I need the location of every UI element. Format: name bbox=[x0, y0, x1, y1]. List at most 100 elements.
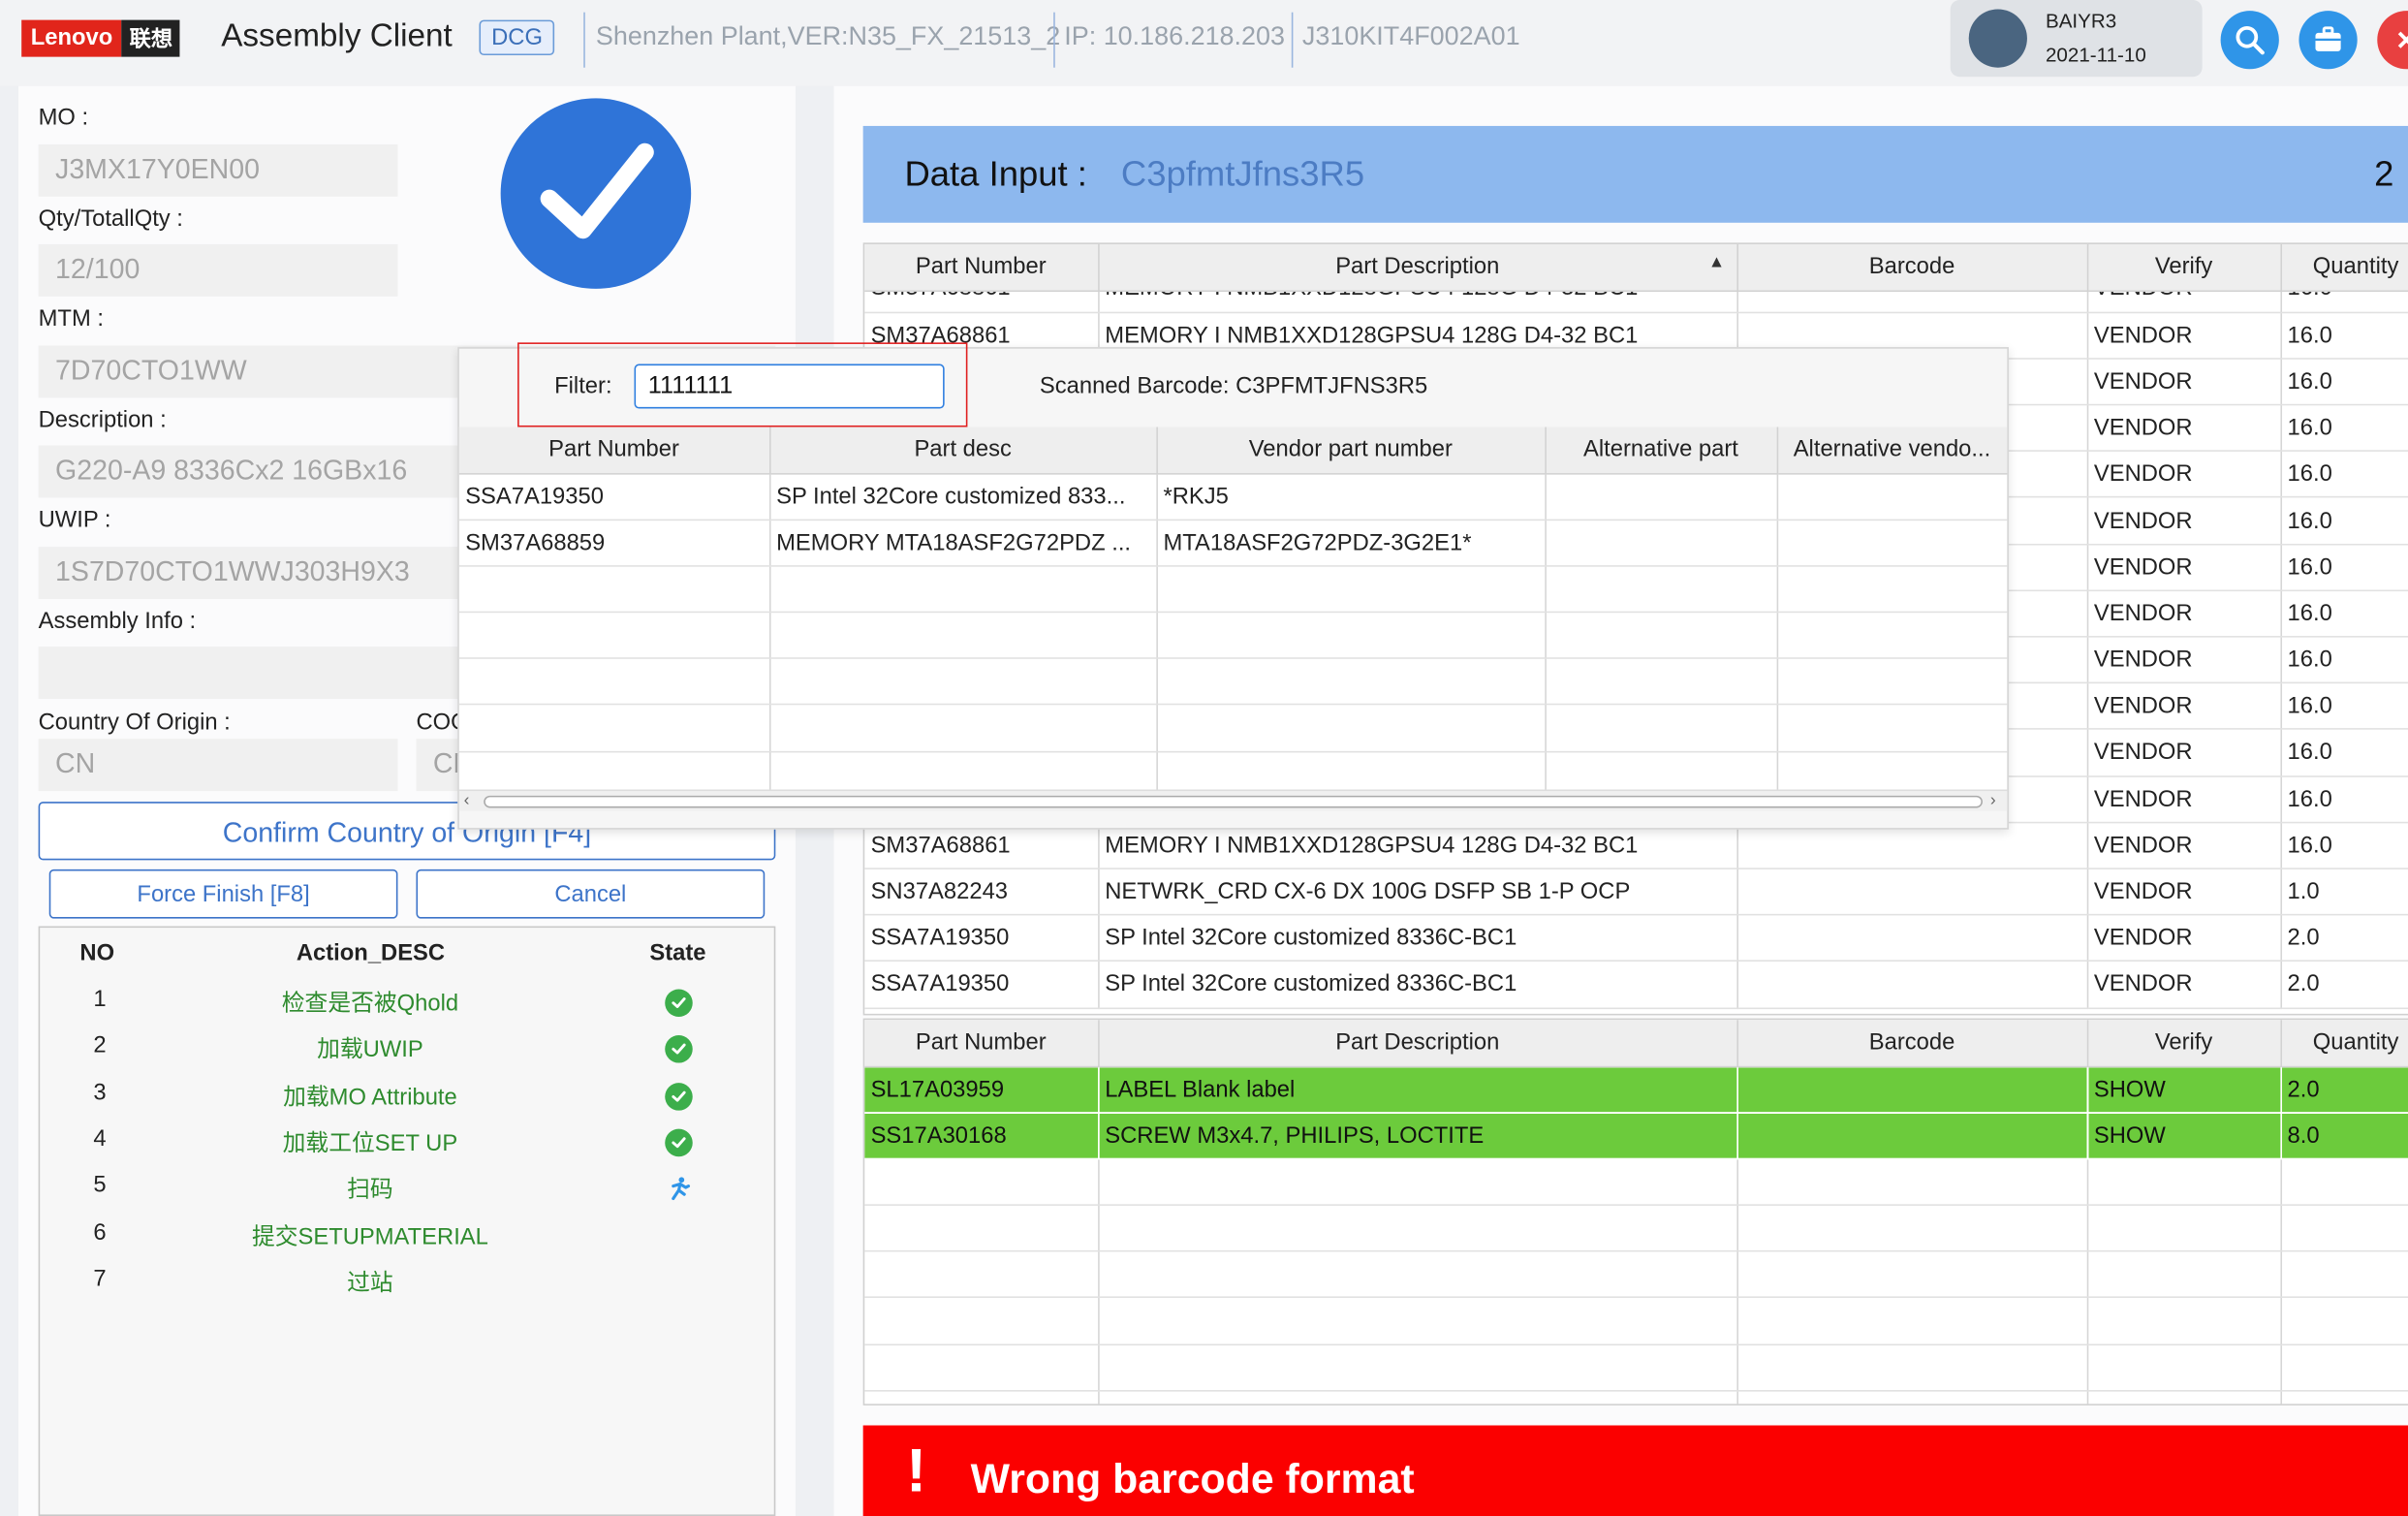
user-info-panel[interactable]: BAIYR3 2021-11-10 bbox=[1950, 0, 2203, 78]
table-cell bbox=[1736, 1158, 2088, 1207]
empty-row bbox=[458, 705, 2008, 752]
table-cell: 2.0 bbox=[2280, 961, 2408, 1009]
table-row[interactable]: SM37A68861MEMORY I NMB1XXD128GPSU4 128G … bbox=[864, 290, 2408, 313]
action-desc: 加载工位SET UP bbox=[282, 1130, 458, 1157]
column-header[interactable]: Vendor part number bbox=[1156, 426, 1547, 474]
column-header[interactable]: Verify bbox=[2086, 1020, 2282, 1067]
header-divider bbox=[1291, 12, 1294, 68]
table-cell bbox=[864, 1390, 1099, 1405]
close-button[interactable] bbox=[2377, 11, 2408, 70]
empty-row bbox=[864, 1390, 2408, 1405]
station-id-info: J310KIT4F002A01 bbox=[1301, 21, 1520, 51]
search-button[interactable] bbox=[2220, 11, 2279, 70]
table-row[interactable]: SSA7A19350 SP Intel 32Core customized 833… bbox=[864, 961, 2408, 1009]
table-cell bbox=[1736, 290, 2088, 313]
empty-row bbox=[458, 612, 2008, 660]
table-row[interactable]: SSA7A19350 SP Intel 32Core customized 833… bbox=[458, 473, 2008, 521]
column-header-label: Barcode bbox=[1868, 1029, 1955, 1057]
table-row[interactable]: SSA7A19350 SP Intel 32Core customized 833… bbox=[864, 914, 2408, 963]
table-cell: SM37A68861 bbox=[864, 290, 1099, 313]
state-empty bbox=[665, 1269, 693, 1297]
table-cell bbox=[864, 1205, 1099, 1252]
division-badge: DCG bbox=[479, 19, 555, 56]
table-cell: NETWRK_CRD CX-6 DX 100G DSFP SB 1-P OCP bbox=[1098, 868, 1738, 916]
scrollbar-thumb[interactable] bbox=[484, 795, 1983, 808]
mtm-label: MTM : bbox=[38, 305, 104, 332]
horizontal-scrollbar[interactable]: ‹ › bbox=[458, 789, 2008, 811]
table-row[interactable]: SM37A68859 MEMORY MTA18ASF2G72PDZ ... MTA1… bbox=[458, 519, 2008, 567]
table-cell bbox=[1776, 658, 2008, 707]
table-cell bbox=[1156, 751, 1547, 790]
table-cell: VENDOR bbox=[2086, 544, 2282, 591]
filter-input[interactable] bbox=[634, 363, 945, 409]
column-header[interactable]: Barcode bbox=[1736, 1020, 2088, 1067]
column-header[interactable]: Barcode bbox=[1736, 243, 2088, 292]
assembly-info-label: Assembly Info : bbox=[38, 608, 197, 635]
part-filter-popup: Filter: Scanned Barcode: C3PFMTJFNS3R5 P… bbox=[457, 342, 2009, 830]
action-row: 4 加载工位SET UP bbox=[40, 1125, 774, 1172]
table-cell bbox=[768, 565, 1158, 614]
table-row[interactable]: SL17A03959 LABEL Blank label SHOW 2.0 bbox=[864, 1065, 2408, 1114]
table-cell: SN37A82243 bbox=[864, 868, 1099, 916]
country-of-origin-field: CN bbox=[38, 739, 398, 792]
column-header[interactable]: Verify bbox=[2086, 243, 2282, 292]
filter-label: Filter: bbox=[554, 373, 612, 399]
table-cell bbox=[1545, 612, 1778, 660]
table-cell bbox=[2086, 1297, 2282, 1345]
table-cell: MEMORY I NMB1XXD128GPSU4 128G D4-32 BC1 bbox=[1098, 290, 1738, 313]
mo-label: MO : bbox=[38, 104, 89, 131]
column-header[interactable]: Quantity bbox=[2280, 243, 2408, 292]
sort-ascending-icon[interactable]: ▲ bbox=[1708, 254, 1725, 272]
table-cell bbox=[458, 612, 770, 660]
table-cell bbox=[1736, 1112, 2088, 1160]
required-parts-header: Part Number Part Description ▲ Barcode Verif… bbox=[864, 243, 2408, 292]
column-header-label: Part Description bbox=[1335, 253, 1500, 280]
table-cell: 1.0 bbox=[2280, 868, 2408, 916]
table-cell: VENDOR bbox=[2086, 729, 2282, 777]
table-cell: 16.0 bbox=[2280, 404, 2408, 453]
table-cell bbox=[864, 1343, 1099, 1392]
table-cell bbox=[1098, 1205, 1738, 1252]
table-row[interactable]: SS17A30168 SCREW M3x4.7, PHILIPS, LOCTITE… bbox=[864, 1112, 2408, 1160]
table-cell: VENDOR bbox=[2086, 290, 2282, 313]
table-cell: 16.0 bbox=[2280, 682, 2408, 731]
uwip-label: UWIP : bbox=[38, 506, 111, 533]
close-icon bbox=[2397, 31, 2408, 48]
table-cell: 16.0 bbox=[2280, 544, 2408, 591]
table-cell bbox=[1545, 658, 1778, 707]
scroll-right-icon[interactable]: › bbox=[1990, 791, 1996, 809]
table-cell bbox=[458, 658, 770, 707]
table-row[interactable]: SN37A82243 NETWRK_CRD CX-6 DX 100G DSFP S… bbox=[864, 868, 2408, 916]
table-cell bbox=[768, 612, 1158, 660]
column-header[interactable]: Alternative part bbox=[1545, 426, 1778, 474]
toolbox-button[interactable] bbox=[2299, 11, 2358, 70]
column-header[interactable]: Alternative vendo... bbox=[1776, 426, 2008, 474]
app-header: Lenovo 联想 Assembly Client DCG Shenzhen P… bbox=[0, 0, 2408, 86]
action-no: 1 bbox=[93, 986, 107, 1013]
column-header[interactable]: Part Number bbox=[864, 243, 1099, 292]
table-cell: VENDOR bbox=[2086, 682, 2282, 731]
table-cell: SL17A03959 bbox=[864, 1065, 1099, 1114]
empty-row bbox=[458, 751, 2008, 790]
column-header[interactable]: Part Description bbox=[1098, 1020, 1738, 1067]
table-cell: VENDOR bbox=[2086, 311, 2282, 360]
scroll-left-icon[interactable]: ‹ bbox=[464, 791, 470, 809]
column-header[interactable]: Quantity bbox=[2280, 1020, 2408, 1067]
force-finish-button[interactable]: Force Finish [F8] bbox=[48, 869, 398, 919]
table-cell: 16.0 bbox=[2280, 822, 2408, 869]
table-cell: 16.0 bbox=[2280, 729, 2408, 777]
table-cell bbox=[1156, 612, 1547, 660]
column-header[interactable]: Part Number bbox=[458, 426, 770, 474]
filter-results-table: Part Number Part desc Vendor part number Al… bbox=[458, 426, 2008, 790]
column-header[interactable]: Part desc bbox=[768, 426, 1158, 474]
qty-field: 12/100 bbox=[38, 243, 398, 297]
header-divider bbox=[583, 12, 585, 68]
table-cell bbox=[1156, 565, 1547, 614]
table-cell: VENDOR bbox=[2086, 497, 2282, 545]
cancel-button[interactable]: Cancel bbox=[416, 869, 766, 919]
empty-row bbox=[864, 1297, 2408, 1345]
action-row: 3 加载MO Attribute bbox=[40, 1079, 774, 1125]
column-header[interactable]: Part Description ▲ bbox=[1098, 243, 1738, 292]
column-header[interactable]: Part Number bbox=[864, 1020, 1099, 1067]
action-no: 2 bbox=[93, 1032, 107, 1059]
